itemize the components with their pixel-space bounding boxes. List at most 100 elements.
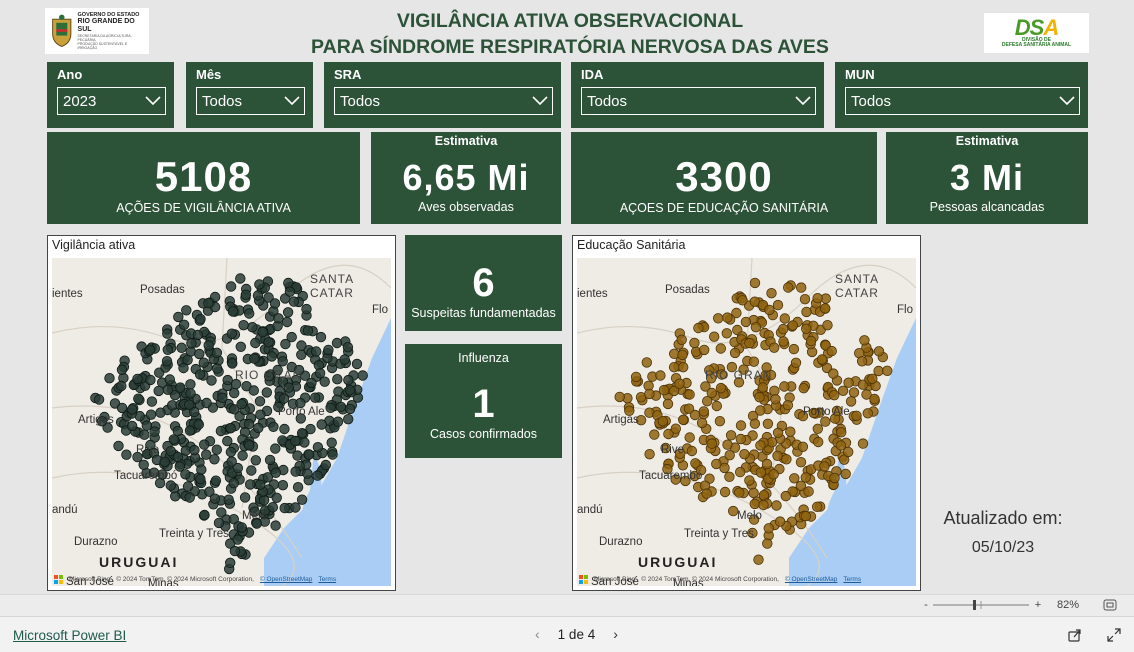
map-point[interactable] (641, 357, 653, 368)
map-point[interactable] (223, 494, 234, 505)
map-point[interactable] (196, 464, 207, 475)
map-point[interactable] (267, 501, 279, 513)
map-point[interactable] (222, 374, 233, 386)
map-point[interactable] (684, 389, 695, 400)
map-point[interactable] (244, 479, 256, 490)
map-point[interactable] (277, 479, 289, 491)
map-point[interactable] (724, 471, 735, 483)
map-point[interactable] (185, 388, 196, 399)
map-point[interactable] (306, 377, 317, 389)
map-point[interactable] (199, 509, 210, 521)
map-point[interactable] (750, 321, 762, 333)
map-point[interactable] (735, 433, 747, 445)
map-point[interactable] (342, 341, 354, 353)
map-point[interactable] (159, 456, 170, 468)
map-point[interactable] (203, 340, 214, 351)
map-point[interactable] (302, 325, 314, 336)
map-point[interactable] (319, 376, 330, 387)
map-point[interactable] (744, 475, 755, 486)
map-point[interactable] (281, 316, 293, 328)
prev-page-icon[interactable]: ‹ (535, 626, 540, 642)
map-point[interactable] (737, 295, 748, 306)
map-point[interactable] (780, 490, 792, 502)
map-point[interactable] (332, 416, 344, 427)
map-point[interactable] (292, 481, 304, 493)
map-point[interactable] (255, 409, 266, 420)
zoom-slider[interactable] (931, 598, 1031, 612)
map-point[interactable] (335, 401, 347, 413)
map-point[interactable] (800, 323, 812, 335)
map-point[interactable] (184, 425, 196, 436)
map-point[interactable] (649, 429, 660, 440)
map-point[interactable] (769, 385, 780, 397)
map-point[interactable] (762, 538, 773, 549)
map-point[interactable] (296, 427, 308, 439)
map-point[interactable] (768, 469, 779, 480)
map-point[interactable] (711, 458, 722, 470)
map-point[interactable] (126, 404, 138, 415)
map-point[interactable] (779, 313, 791, 324)
map-point[interactable] (749, 418, 761, 429)
map-point[interactable] (144, 344, 156, 356)
sra-dropdown[interactable]: Todos (334, 87, 553, 115)
map-point[interactable] (211, 444, 223, 455)
map-point[interactable] (247, 321, 258, 333)
map-point[interactable] (332, 373, 343, 385)
map-point[interactable] (235, 273, 246, 284)
osm-link[interactable]: © OpenStreetMap (785, 576, 837, 583)
map-point[interactable] (257, 326, 268, 338)
map-point[interactable] (139, 429, 150, 440)
map-point[interactable] (811, 501, 823, 513)
map-point[interactable] (797, 441, 809, 453)
map-point[interactable] (749, 277, 761, 289)
map-point[interactable] (194, 348, 205, 360)
map-point[interactable] (290, 466, 301, 477)
map-point[interactable] (795, 282, 807, 293)
map-point[interactable] (323, 344, 334, 356)
map-point[interactable] (211, 347, 223, 359)
map-point[interactable] (268, 421, 279, 433)
map-point[interactable] (729, 347, 741, 359)
map-point[interactable] (777, 323, 789, 335)
map-point[interactable] (766, 436, 778, 448)
map-point[interactable] (789, 473, 800, 484)
map-point[interactable] (662, 398, 674, 410)
map-canvas[interactable]: Posadas SANTA CATAR Flo ientes RIO GRAN … (577, 258, 916, 586)
mes-dropdown[interactable]: Todos (196, 87, 305, 115)
map-point[interactable] (273, 313, 284, 324)
map-point[interactable] (725, 430, 737, 441)
map-point[interactable] (252, 290, 264, 301)
map-point[interactable] (185, 379, 196, 390)
map-point[interactable] (189, 444, 200, 456)
map-point[interactable] (145, 409, 157, 420)
map-point[interactable] (701, 488, 712, 499)
map-point[interactable] (228, 477, 240, 489)
map-point[interactable] (795, 456, 807, 468)
map-point[interactable] (829, 389, 840, 401)
map-point[interactable] (754, 391, 765, 403)
map-point[interactable] (734, 487, 745, 498)
map-point[interactable] (787, 320, 799, 331)
map-point[interactable] (812, 436, 824, 448)
map-point[interactable] (186, 338, 197, 349)
map-point[interactable] (712, 313, 724, 324)
map-point[interactable] (116, 380, 127, 392)
map-point[interactable] (145, 374, 156, 386)
map-point[interactable] (706, 387, 718, 399)
terms-link[interactable]: Terms (843, 576, 861, 583)
map-point[interactable] (200, 449, 212, 460)
map-point[interactable] (311, 346, 322, 357)
map-point[interactable] (614, 391, 625, 403)
map-point[interactable] (782, 399, 794, 411)
map-point[interactable] (693, 322, 704, 334)
map-point[interactable] (325, 402, 336, 414)
map-point[interactable] (280, 338, 291, 350)
map-point[interactable] (757, 382, 769, 393)
map-point[interactable] (203, 297, 214, 309)
map-point[interactable] (279, 423, 290, 435)
map-point[interactable] (227, 306, 239, 317)
map-point[interactable] (719, 486, 731, 498)
map-point[interactable] (201, 397, 212, 409)
map-point[interactable] (882, 365, 893, 377)
map-point[interactable] (126, 420, 138, 432)
